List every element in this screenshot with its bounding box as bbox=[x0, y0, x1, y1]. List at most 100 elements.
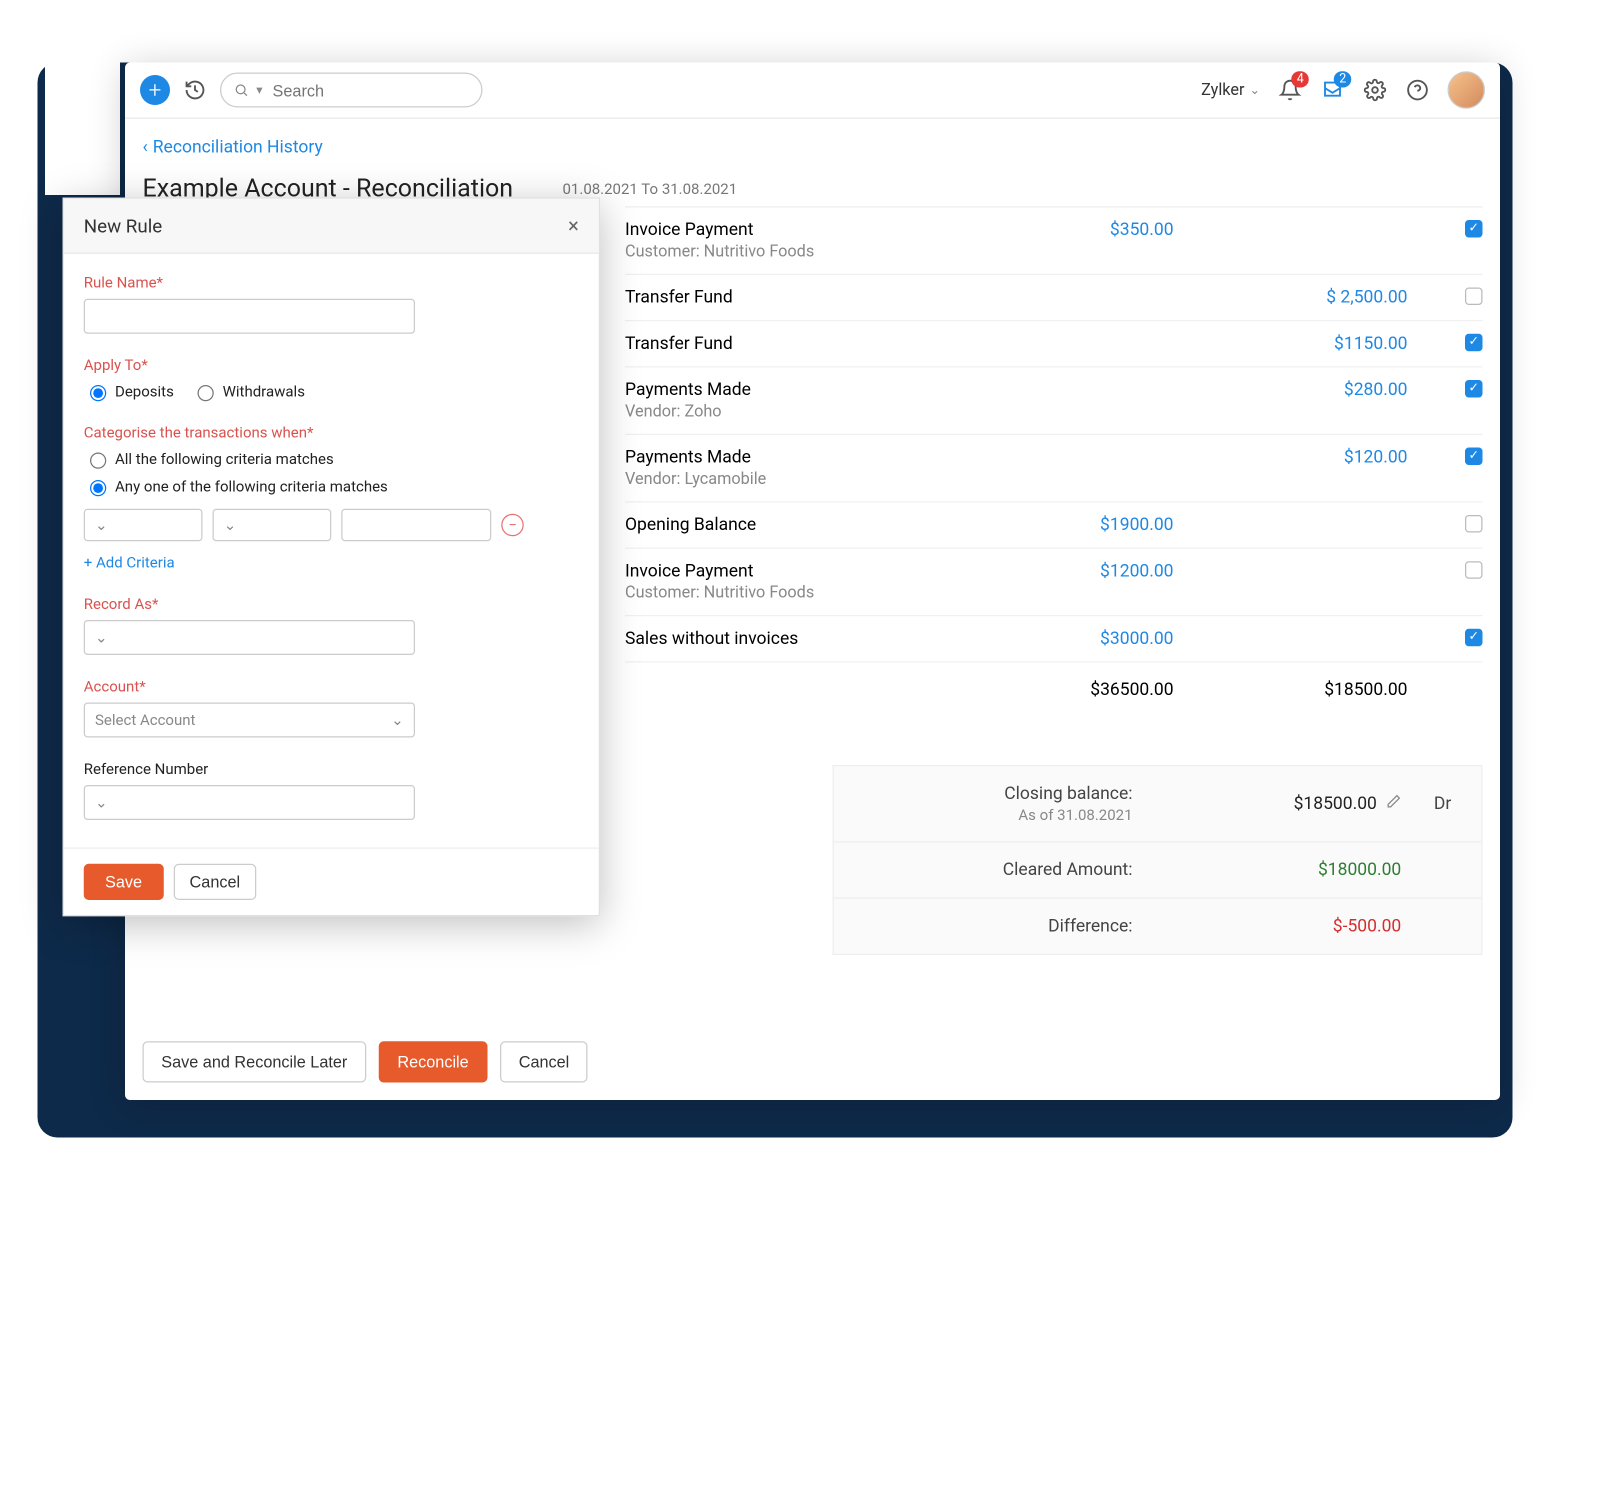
summary-panel: Closing balance: As of 31.08.2021 $18500… bbox=[833, 765, 1483, 955]
closing-balance-label: Closing balance: bbox=[864, 784, 1133, 804]
criteria-value-input[interactable] bbox=[341, 509, 491, 542]
bell-icon[interactable]: 4 bbox=[1278, 78, 1303, 103]
save-reconcile-later-button[interactable]: Save and Reconcile Later bbox=[143, 1041, 367, 1082]
categorise-label: Categorise the transactions when* bbox=[84, 424, 579, 442]
modal-header: New Rule × bbox=[64, 199, 599, 254]
pencil-icon[interactable] bbox=[1386, 794, 1401, 814]
transaction-amount-a: $350.00 bbox=[965, 220, 1199, 240]
account-label: Account* bbox=[84, 678, 579, 696]
record-as-label: Record As* bbox=[84, 595, 579, 613]
toolbar-right: Zylker ⌄ 4 2 bbox=[1201, 71, 1485, 109]
cleared-amount-value: $18000.00 bbox=[1133, 860, 1402, 880]
summary-closing-row: Closing balance: As of 31.08.2021 $18500… bbox=[834, 766, 1482, 842]
breadcrumb-label: Reconciliation History bbox=[153, 138, 323, 158]
transaction-subtitle: Vendor: Zoho bbox=[625, 403, 965, 422]
modal-title: New Rule bbox=[84, 214, 162, 237]
closing-balance-side: Dr bbox=[1401, 794, 1451, 814]
transaction-title: Payments Made bbox=[625, 448, 965, 468]
account-select[interactable]: Select Account bbox=[84, 703, 415, 738]
transaction-amount-a: $3000.00 bbox=[965, 629, 1199, 649]
transaction-title: Payments Made bbox=[625, 380, 965, 400]
inbox-icon[interactable]: 2 bbox=[1320, 78, 1345, 103]
new-rule-modal: New Rule × Rule Name* Apply To* Deposits… bbox=[63, 198, 601, 917]
record-as-select[interactable] bbox=[84, 620, 415, 655]
apply-to-label: Apply To* bbox=[84, 356, 579, 374]
transaction-checkbox[interactable] bbox=[1465, 288, 1483, 306]
reference-number-label: Reference Number bbox=[84, 760, 579, 778]
rule-name-input[interactable] bbox=[84, 299, 415, 334]
match-any-radio[interactable]: Any one of the following criteria matche… bbox=[84, 476, 579, 496]
account-placeholder: Select Account bbox=[95, 711, 195, 729]
plus-icon: + bbox=[149, 77, 162, 103]
rule-name-label: Rule Name* bbox=[84, 274, 579, 292]
apply-to-withdrawals-radio[interactable]: Withdrawals bbox=[191, 381, 305, 401]
help-icon[interactable] bbox=[1405, 78, 1430, 103]
transaction-subtitle: Customer: Nutritivo Foods bbox=[625, 584, 965, 603]
transaction-checkbox[interactable] bbox=[1465, 334, 1483, 352]
close-icon[interactable]: × bbox=[568, 214, 579, 238]
transaction-checkbox[interactable] bbox=[1465, 561, 1483, 579]
transaction-checkbox[interactable] bbox=[1465, 220, 1483, 238]
transaction-row: Sales without invoices $3000.00 bbox=[625, 616, 1483, 662]
summary-cleared-row: Cleared Amount: $18000.00 bbox=[834, 843, 1482, 899]
remove-criteria-icon[interactable]: − bbox=[501, 514, 524, 537]
bottom-actions: Save and Reconcile Later Reconcile Cance… bbox=[143, 1041, 589, 1082]
transaction-row: Transfer Fund $1150.00 bbox=[625, 321, 1483, 367]
transaction-title: Sales without invoices bbox=[625, 629, 965, 649]
transaction-checkbox[interactable] bbox=[1465, 448, 1483, 466]
org-switcher[interactable]: Zylker ⌄ bbox=[1201, 81, 1260, 100]
transaction-title: Transfer Fund bbox=[625, 288, 965, 308]
toolbar: + ▾ Zylker ⌄ 4 bbox=[125, 63, 1500, 119]
criteria-field-select[interactable] bbox=[84, 509, 203, 542]
cancel-button[interactable]: Cancel bbox=[500, 1041, 588, 1082]
asof-label: As of 31.08.2021 bbox=[864, 806, 1133, 824]
transaction-title: Invoice Payment bbox=[625, 561, 965, 581]
criteria-operator-select[interactable] bbox=[213, 509, 332, 542]
chevron-left-icon: ‹ bbox=[143, 138, 148, 158]
inbox-badge: 2 bbox=[1334, 71, 1351, 87]
transactions-table: Invoice Payment Customer: Nutritivo Food… bbox=[625, 206, 1483, 717]
search-field[interactable] bbox=[270, 79, 495, 100]
transaction-subtitle: Customer: Nutritivo Foods bbox=[625, 243, 965, 262]
org-name: Zylker bbox=[1201, 81, 1244, 100]
add-criteria-link[interactable]: + Add Criteria bbox=[84, 554, 175, 572]
transaction-amount-b: $120.00 bbox=[1199, 448, 1433, 468]
modal-cancel-button[interactable]: Cancel bbox=[173, 864, 256, 900]
notification-badge: 4 bbox=[1292, 71, 1309, 87]
gear-icon[interactable] bbox=[1363, 78, 1388, 103]
add-button[interactable]: + bbox=[140, 75, 170, 105]
chevron-down-icon: ▾ bbox=[256, 83, 262, 97]
chevron-down-icon: ⌄ bbox=[1250, 83, 1260, 97]
apply-to-deposits-radio[interactable]: Deposits bbox=[84, 381, 174, 401]
transaction-checkbox[interactable] bbox=[1465, 629, 1483, 647]
transaction-amount-b: $ 2,500.00 bbox=[1199, 288, 1433, 308]
transaction-row: Opening Balance $1900.00 bbox=[625, 503, 1483, 549]
reference-number-select[interactable] bbox=[84, 785, 415, 820]
transaction-row: Invoice Payment Customer: Nutritivo Food… bbox=[625, 549, 1483, 617]
transaction-amount-a: $1900.00 bbox=[965, 515, 1199, 535]
total-col-b: $18500.00 bbox=[1199, 680, 1433, 700]
match-all-radio[interactable]: All the following criteria matches bbox=[84, 449, 579, 469]
transaction-subtitle: Vendor: Lycamobile bbox=[625, 470, 965, 489]
transaction-title: Invoice Payment bbox=[625, 220, 965, 240]
modal-body: Rule Name* Apply To* Deposits Withdrawal… bbox=[64, 254, 599, 848]
reconcile-button[interactable]: Reconcile bbox=[379, 1041, 488, 1082]
search-input[interactable]: ▾ bbox=[220, 73, 483, 108]
avatar[interactable] bbox=[1448, 71, 1486, 109]
difference-value: $-500.00 bbox=[1133, 916, 1402, 936]
transaction-row: Transfer Fund $ 2,500.00 bbox=[625, 275, 1483, 321]
summary-diff-row: Difference: $-500.00 bbox=[834, 899, 1482, 954]
transaction-amount-b: $1150.00 bbox=[1199, 334, 1433, 354]
breadcrumb-back[interactable]: ‹ Reconciliation History bbox=[143, 138, 323, 158]
history-icon[interactable] bbox=[183, 78, 208, 103]
modal-save-button[interactable]: Save bbox=[84, 864, 164, 900]
transaction-row: Payments Made Vendor: Lycamobile $120.00 bbox=[625, 435, 1483, 503]
transaction-checkbox[interactable] bbox=[1465, 380, 1483, 398]
search-icon bbox=[234, 83, 249, 98]
transaction-row: Invoice Payment Customer: Nutritivo Food… bbox=[625, 208, 1483, 276]
difference-label: Difference: bbox=[864, 916, 1133, 936]
transaction-checkbox[interactable] bbox=[1465, 515, 1483, 533]
closing-balance-value: $18500.00 bbox=[1133, 794, 1402, 814]
transaction-amount-a: $1200.00 bbox=[965, 561, 1199, 581]
total-col-a: $36500.00 bbox=[965, 680, 1199, 700]
